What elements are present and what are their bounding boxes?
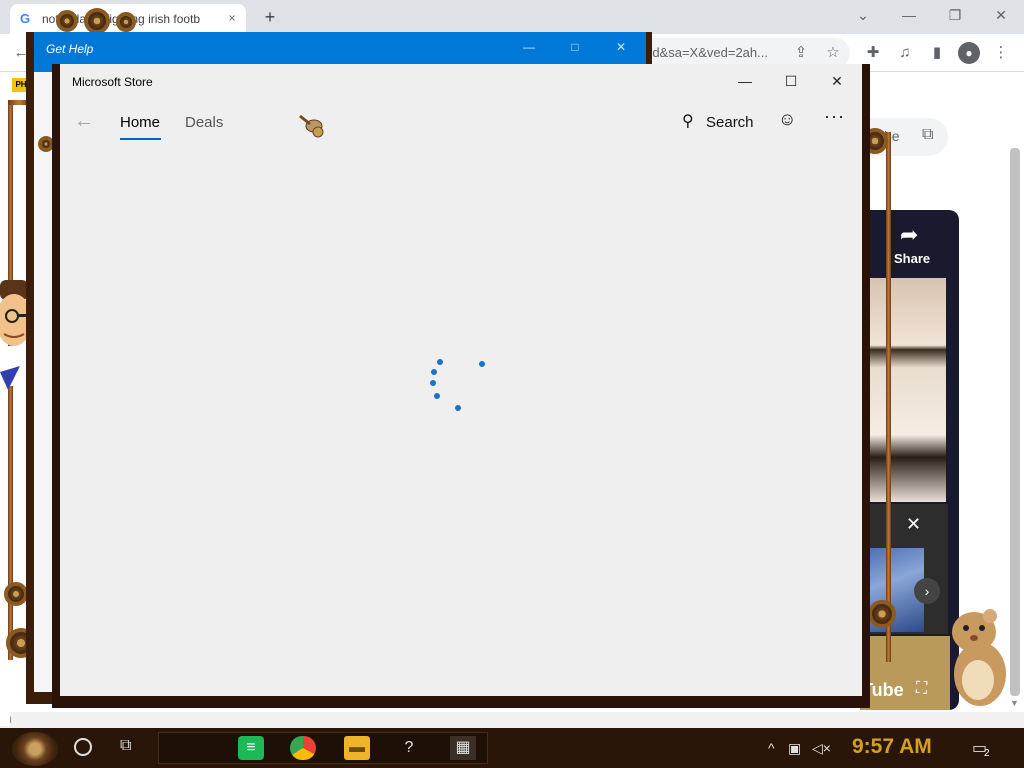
share-icon[interactable]: ⇪ [790,42,812,64]
network-icon[interactable]: ▣ [788,740,801,757]
get-help-body [34,72,54,692]
nav-tab-home-indicator [120,138,161,140]
page-scrollbar-thumb[interactable] [1010,148,1020,696]
browser-close-button[interactable]: ✕ [986,4,1016,28]
gauge-icon [56,10,78,32]
taskbar-apps-tray [158,732,488,764]
spinner-dot [455,405,461,411]
youtube-video-frame[interactable] [870,278,946,502]
hamster-desktop-pet-image [952,609,1006,706]
bookmark-star-icon[interactable]: ☆ [822,42,844,64]
spinner-dot [430,380,436,386]
nav-tab-deals[interactable]: Deals [185,114,223,131]
account-add-icon[interactable]: ☺ [778,109,796,130]
search-icon: ⚲ [682,113,694,130]
media-control-icon[interactable]: ♫ [894,42,916,64]
profile-avatar-icon[interactable]: ● [958,42,980,64]
tab-close-icon[interactable]: × [224,10,240,26]
gear-icon [868,600,896,628]
endscreen-close-icon[interactable]: ✕ [906,514,921,535]
app-icon-notes[interactable]: ≡ [238,736,264,760]
store-maximize-button[interactable]: ☐ [776,72,806,92]
get-help-title: Get Help [46,42,94,56]
google-favicon-icon: G [20,11,31,26]
get-help-maximize-button[interactable]: □ [564,40,586,58]
custom-cursor-icon [299,114,324,138]
side-panel-icon[interactable]: ▮ [926,42,948,64]
tab-search-dropdown-icon[interactable]: ⌄ [848,4,878,28]
youtube-share-label[interactable]: Share [894,251,930,266]
get-help-minimize-button[interactable]: — [518,40,540,58]
steampunk-pipe-right [886,132,891,662]
share-arrow-icon[interactable]: ➦ [900,222,918,248]
spinner-dot [431,369,437,375]
browser-restore-button[interactable]: ❐ [940,4,970,28]
taskbar-empty-space [492,732,732,764]
store-minimize-button[interactable]: — [730,72,760,92]
gauge-icon [84,8,110,34]
notification-count-badge: 2 [984,748,990,759]
file-explorer-icon[interactable]: ▬ [344,736,370,760]
fullscreen-icon[interactable]: ⛶ [916,680,927,698]
task-view-icon[interactable]: ⧉ [120,737,131,755]
browser-minimize-button[interactable]: — [894,4,924,28]
more-options-icon[interactable]: ··· [824,106,845,127]
scroll-down-arrow-icon[interactable]: ▼ [1010,698,1019,708]
store-back-arrow-icon[interactable]: ← [74,110,94,133]
get-help-close-button[interactable]: ✕ [610,40,632,58]
spinner-dot [434,393,440,399]
extensions-puzzle-icon[interactable]: ✚ [862,42,884,64]
nav-tab-home[interactable]: Home [120,114,160,131]
get-help-taskbar-icon[interactable]: ? [396,736,422,760]
gear-icon [116,12,136,32]
next-video-chevron-icon[interactable]: › [914,578,940,604]
address-bar-url: rd&sa=X&ved=2ah... [648,45,768,60]
spinner-dot [437,359,443,365]
volume-muted-icon[interactable]: ◁× [812,740,831,757]
microsoft-store-taskbar-icon[interactable]: ▦ [450,736,476,760]
tray-overflow-icon[interactable]: ^ [768,740,775,756]
cortana-search-icon[interactable] [74,738,92,756]
store-window-title: Microsoft Store [72,75,153,89]
chrome-menu-icon[interactable]: ⋮ [990,42,1012,64]
store-window [60,64,862,696]
store-close-button[interactable]: ✕ [822,72,852,92]
new-tab-button[interactable]: + [258,6,282,30]
open-external-icon: ⧉ [922,126,934,143]
gear-icon [4,582,28,606]
start-button[interactable] [12,732,58,766]
search-label: Search [706,114,754,131]
taskbar-clock[interactable]: 9:57 AM [852,735,932,759]
spinner-dot [479,361,485,367]
horizontal-scrollbar[interactable] [0,712,1024,728]
chrome-taskbar-icon[interactable] [290,736,316,760]
